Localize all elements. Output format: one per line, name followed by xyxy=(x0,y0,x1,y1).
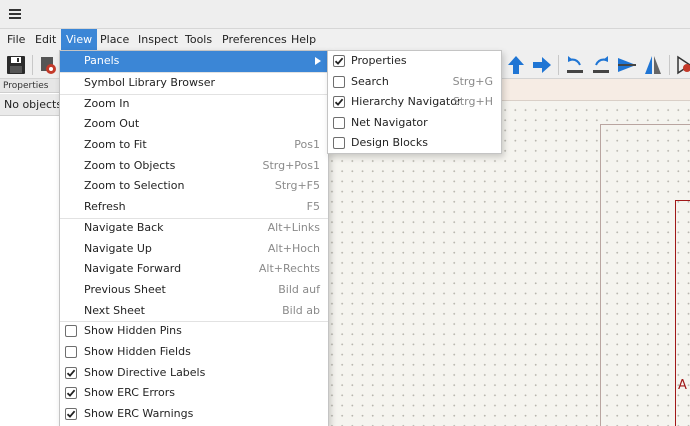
menu-item-label: Show Hidden Pins xyxy=(84,324,182,338)
properties-panel-title: Properties xyxy=(0,79,60,93)
symbol-editor-icon[interactable] xyxy=(673,53,690,77)
toolbar-separator xyxy=(669,55,670,75)
panels-submenu: Properties Search Strg+G Hierarchy Navig… xyxy=(327,50,502,154)
menu-item-label: Zoom to Selection xyxy=(84,179,185,193)
menu-item-label: Show Directive Labels xyxy=(84,365,206,379)
menu-item-shortcut: Strg+H xyxy=(452,95,493,108)
view-menu-navigate-back[interactable]: Navigate Back Alt+Links xyxy=(60,218,328,239)
menu-item-label: Zoom to Objects xyxy=(84,158,176,172)
menu-view[interactable]: View xyxy=(61,29,98,50)
menu-item-shortcut: Alt+Links xyxy=(267,220,320,234)
menu-item-label: Navigate Up xyxy=(84,241,152,255)
sheet-zone-letter: A xyxy=(678,378,687,393)
menu-item-label: Show ERC Warnings xyxy=(84,407,194,421)
menu-item-shortcut: Pos1 xyxy=(294,138,320,151)
checkbox-unchecked-icon[interactable] xyxy=(65,325,77,338)
menu-item-label: Navigate Back xyxy=(84,220,164,234)
menu-item-shortcut: Strg+G xyxy=(452,74,493,88)
menu-file[interactable]: File xyxy=(2,29,30,50)
hamburger-menu-icon[interactable] xyxy=(9,9,21,19)
view-menu-panels[interactable]: Panels xyxy=(60,51,328,72)
view-menu-next-sheet[interactable]: Next Sheet Bild ab xyxy=(60,301,328,322)
view-menu-previous-sheet[interactable]: Previous Sheet Bild auf xyxy=(60,280,328,301)
menu-place[interactable]: Place xyxy=(95,29,134,50)
menu-item-shortcut: Bild auf xyxy=(278,282,320,296)
submenu-arrow-icon xyxy=(315,57,321,65)
menu-edit[interactable]: Edit xyxy=(30,29,61,50)
checkbox-unchecked-icon[interactable] xyxy=(333,116,345,129)
panels-menu-hierarchy-navigator[interactable]: Hierarchy Navigator Strg+H xyxy=(328,92,501,113)
menu-item-label: Show Hidden Fields xyxy=(84,345,191,358)
menu-item-shortcut: Strg+Pos1 xyxy=(262,158,320,172)
view-menu-zoom-to-objects[interactable]: Zoom to Objects Strg+Pos1 xyxy=(60,156,328,177)
view-menu-show-erc-warnings[interactable]: Show ERC Warnings xyxy=(60,404,328,425)
menu-item-shortcut: F5 xyxy=(306,200,320,214)
schematic-setup-icon[interactable] xyxy=(36,53,60,77)
menu-item-label: Zoom to Fit xyxy=(84,138,147,151)
menu-item-label: Zoom In xyxy=(84,96,130,110)
checkbox-checked-icon[interactable] xyxy=(65,366,77,379)
save-icon[interactable] xyxy=(4,53,28,77)
menu-item-shortcut: Bild ab xyxy=(282,303,320,317)
view-menu-navigate-forward[interactable]: Navigate Forward Alt+Rechts xyxy=(60,259,328,280)
mirror-horizontal-icon[interactable] xyxy=(641,53,665,77)
panels-menu-net-navigator[interactable]: Net Navigator xyxy=(328,113,501,134)
toolbar-separator xyxy=(558,55,559,75)
panels-menu-search[interactable]: Search Strg+G xyxy=(328,72,501,93)
rotate-ccw-icon[interactable] xyxy=(563,53,587,77)
menu-item-label: Next Sheet xyxy=(84,303,145,317)
menu-item-label: Show ERC Errors xyxy=(84,386,175,400)
menu-tools[interactable]: Tools xyxy=(180,29,217,50)
checkbox-checked-icon[interactable] xyxy=(65,408,77,421)
menu-item-shortcut: Strg+F5 xyxy=(274,179,320,193)
menu-item-shortcut: Alt+Rechts xyxy=(258,262,320,276)
menu-item-label: Search xyxy=(351,74,389,88)
menu-item-label: Properties xyxy=(351,54,407,67)
view-menu-show-directive-labels[interactable]: Show Directive Labels xyxy=(60,363,328,384)
toolbar-separator xyxy=(32,55,33,75)
menu-item-label: Hierarchy Navigator xyxy=(351,95,462,108)
checkbox-unchecked-icon[interactable] xyxy=(333,137,345,149)
checkbox-unchecked-icon[interactable] xyxy=(333,75,345,88)
menu-item-label: Navigate Forward xyxy=(84,262,182,276)
panels-menu-properties[interactable]: Properties xyxy=(328,51,501,72)
view-menu: Panels Symbol Library Browser Zoom In Zo… xyxy=(59,50,329,426)
mirror-vertical-icon[interactable] xyxy=(615,53,639,77)
checkbox-checked-icon[interactable] xyxy=(333,96,345,108)
menu-item-label: Previous Sheet xyxy=(84,282,166,296)
menu-bar: File Edit View Place Inspect Tools Prefe… xyxy=(0,29,690,50)
view-menu-show-hidden-pins[interactable]: Show Hidden Pins xyxy=(60,321,328,342)
panels-menu-design-blocks[interactable]: Design Blocks xyxy=(328,133,501,154)
menu-item-label: Design Blocks xyxy=(351,136,428,149)
menu-item-label: Net Navigator xyxy=(351,115,428,129)
menu-item-label: Refresh xyxy=(84,200,126,214)
view-menu-zoom-in[interactable]: Zoom In xyxy=(60,94,328,115)
view-menu-zoom-to-selection[interactable]: Zoom to Selection Strg+F5 xyxy=(60,176,328,197)
checkbox-checked-icon[interactable] xyxy=(333,55,345,67)
arrow-right-icon[interactable] xyxy=(530,53,554,77)
view-menu-show-erc-errors[interactable]: Show ERC Errors xyxy=(60,383,328,404)
menu-item-shortcut: Alt+Hoch xyxy=(267,241,320,255)
properties-panel: Properties No objects selected xyxy=(0,79,60,426)
menu-item-label: Panels xyxy=(84,54,120,67)
checkbox-checked-icon[interactable] xyxy=(65,387,77,400)
view-menu-symbol-library-browser[interactable]: Symbol Library Browser xyxy=(60,73,328,94)
arrow-up-icon[interactable] xyxy=(504,53,528,77)
view-menu-refresh[interactable]: Refresh F5 xyxy=(60,197,328,218)
rotate-cw-icon[interactable] xyxy=(589,53,613,77)
view-menu-navigate-up[interactable]: Navigate Up Alt+Hoch xyxy=(60,239,328,260)
checkbox-unchecked-icon[interactable] xyxy=(65,346,77,358)
menu-inspect[interactable]: Inspect xyxy=(133,29,183,50)
view-menu-show-hidden-fields[interactable]: Show Hidden Fields xyxy=(60,342,328,363)
menu-preferences[interactable]: Preferences xyxy=(217,29,292,50)
view-menu-zoom-to-fit[interactable]: Zoom to Fit Pos1 xyxy=(60,135,328,156)
title-bar xyxy=(0,0,690,29)
properties-empty-message: No objects selected xyxy=(0,94,60,116)
view-menu-zoom-out[interactable]: Zoom Out xyxy=(60,114,328,135)
menu-item-label: Symbol Library Browser xyxy=(84,75,216,89)
menu-help[interactable]: Help xyxy=(286,29,321,50)
menu-item-label: Zoom Out xyxy=(84,117,140,131)
